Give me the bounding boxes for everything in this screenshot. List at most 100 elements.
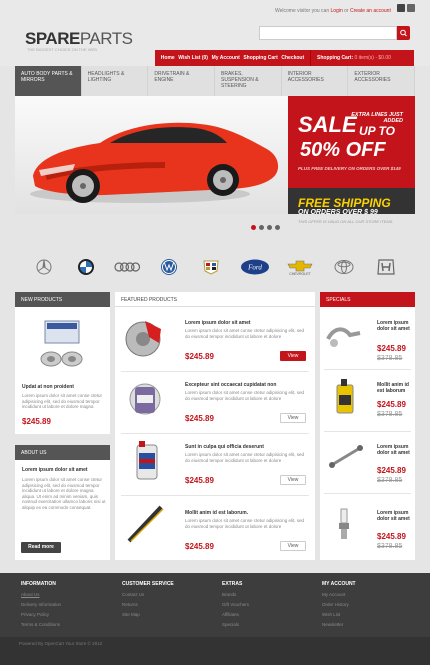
- footer-link[interactable]: Delivery Information: [21, 600, 61, 610]
- welcome-label: Welcome visitor you can: [275, 8, 330, 14]
- special-title[interactable]: Lorem ipsum dolor sit amet: [377, 510, 413, 522]
- ford-icon[interactable]: Ford: [240, 258, 270, 276]
- sale-fineprint: PLUS FREE DELIVERY ON ORDERS OVER $149: [298, 166, 401, 171]
- currency-icon[interactable]: [397, 4, 405, 12]
- category-interior[interactable]: Interior Accessories: [282, 66, 349, 96]
- welcome-or: or: [344, 8, 349, 14]
- special-title[interactable]: Lorem ipsum dolor sit amet: [377, 320, 413, 332]
- audi-icon[interactable]: [114, 258, 141, 276]
- language-icon[interactable]: [407, 4, 415, 12]
- footer-link[interactable]: Order History: [322, 600, 356, 610]
- nav-checkout[interactable]: Checkout: [281, 55, 304, 61]
- special-title[interactable]: Lorem ipsum dolor sit amet: [377, 444, 413, 456]
- slider-dot[interactable]: [267, 225, 272, 230]
- footer-heading: Information: [21, 581, 56, 587]
- logo-light-text: PARTS: [79, 29, 133, 48]
- footer-link[interactable]: Wish List: [322, 610, 356, 620]
- category-headlights[interactable]: Headlights & Lighting: [82, 66, 149, 96]
- featured-price: $245.89: [185, 414, 214, 423]
- tagline: THE BIGGEST CHOICE ON THE WEB: [27, 47, 97, 52]
- nav-home[interactable]: Home: [161, 55, 175, 61]
- tie-rod-image[interactable]: [326, 442, 366, 472]
- featured-title[interactable]: Sunt in culpa qui officia deserunt: [185, 444, 305, 450]
- chemical-product-image[interactable]: [123, 377, 168, 422]
- read-more-button[interactable]: Read more: [21, 542, 61, 553]
- divider: [324, 493, 411, 494]
- motor-oil-image[interactable]: [123, 439, 168, 484]
- special-price: $245.89: [377, 466, 406, 475]
- search-input[interactable]: [259, 26, 397, 40]
- wiper-blade-image[interactable]: [123, 501, 168, 546]
- category-brakes[interactable]: Brakes, Suspension & Steering: [215, 66, 282, 96]
- footer-link[interactable]: Newsletter: [322, 620, 356, 630]
- cart-label: Shopping Cart:: [317, 55, 354, 61]
- footer-link[interactable]: Gift Vouchers: [222, 600, 249, 610]
- brake-disc-image[interactable]: [123, 315, 168, 360]
- specials-box: Lorem ipsum dolor sit amet $245.89 $378.…: [320, 307, 415, 560]
- view-button[interactable]: View: [280, 541, 306, 551]
- volkswagen-icon[interactable]: [156, 258, 182, 276]
- featured-products-heading: Featured Products: [115, 292, 315, 307]
- create-account-link[interactable]: Create an account: [350, 8, 391, 14]
- nav-account[interactable]: My Account: [212, 55, 240, 61]
- category-exterior[interactable]: Exterior Accessories: [348, 66, 416, 96]
- footer-col-customer-service: Customer Service Contact Us Returns Site…: [122, 581, 174, 620]
- featured-desc: Lorem ipsum dolor sit amet conse ctetur …: [185, 518, 305, 529]
- footer-link[interactable]: About Us: [21, 590, 61, 600]
- special-old-price: $378.85: [377, 355, 403, 362]
- footer-link[interactable]: Brands: [222, 590, 249, 600]
- site-logo[interactable]: SPAREPARTS: [25, 29, 133, 48]
- footer-col-extras: Extras Brands Gift Vouchers Affiliates S…: [222, 581, 249, 630]
- new-product-title[interactable]: Updat at non proident: [22, 384, 107, 390]
- featured-title[interactable]: Lorem ipsum dolor sit amet: [185, 320, 305, 326]
- view-button[interactable]: View: [280, 351, 306, 361]
- oil-bottle-image[interactable]: [330, 377, 360, 417]
- bmw-icon[interactable]: [73, 258, 99, 276]
- category-drivetrain[interactable]: Drivetrain & Engine: [148, 66, 216, 96]
- cadillac-icon[interactable]: [198, 258, 224, 276]
- banner-car-image[interactable]: [15, 96, 288, 214]
- slider-dot[interactable]: [251, 225, 256, 230]
- footer-link[interactable]: Privacy Policy: [21, 610, 61, 620]
- featured-title[interactable]: Excepteur sint occaecat cupidatat non: [185, 382, 305, 388]
- chevrolet-icon[interactable]: CHEVROLET: [285, 258, 315, 276]
- view-button[interactable]: View: [280, 413, 306, 423]
- search-button[interactable]: [397, 26, 410, 40]
- chevrolet-logo-text: CHEVROLET: [290, 272, 312, 276]
- category-nav: Auto Body Parts & Mirrors Headlights & L…: [15, 66, 416, 96]
- honda-icon[interactable]: [373, 258, 399, 276]
- footer-link[interactable]: Returns: [122, 600, 174, 610]
- footer-link[interactable]: Affiliates: [222, 610, 249, 620]
- spark-plug-image[interactable]: [334, 507, 354, 547]
- login-link[interactable]: Login: [331, 8, 343, 14]
- nav-cart[interactable]: Shopping Cart: [243, 55, 277, 61]
- footer-link[interactable]: Contact Us: [122, 590, 174, 600]
- category-auto-body[interactable]: Auto Body Parts & Mirrors: [15, 66, 82, 96]
- divider: [121, 371, 309, 372]
- exhaust-part-image[interactable]: [324, 319, 364, 357]
- wheel-spacers-image[interactable]: [35, 317, 90, 377]
- footer-link[interactable]: Terms & Conditions: [21, 620, 61, 630]
- new-products-box: Updat at non proident Lorem ipsum dolor …: [15, 307, 110, 434]
- special-old-price: $378.85: [377, 477, 403, 484]
- slider-dot[interactable]: [275, 225, 280, 230]
- special-title[interactable]: Mollit anim id est laborum: [377, 382, 413, 394]
- mercedes-icon[interactable]: [31, 258, 57, 276]
- cart-summary[interactable]: Shopping Cart: 0 item(s) - $0.00: [310, 50, 414, 66]
- free-shipping-title: FREE SHIPPING: [298, 196, 391, 210]
- footer-link[interactable]: Site Map: [122, 610, 174, 620]
- featured-title[interactable]: Mollit anim id est laborum.: [185, 510, 305, 516]
- new-product-desc: Lorem ipsum dolor sit amet conse ctetur …: [22, 393, 103, 409]
- ford-logo-text: Ford: [247, 264, 262, 272]
- featured-desc: Lorem ipsum dolor sit amet conse ctetur …: [185, 390, 305, 401]
- about-heading: Lorem ipsum dolor sit amet: [22, 467, 88, 473]
- featured-price: $245.89: [185, 476, 214, 485]
- footer-link[interactable]: Specials: [222, 620, 249, 630]
- nav-wishlist[interactable]: Wish List (0): [178, 55, 208, 61]
- special-price: $245.89: [377, 400, 406, 409]
- footer-link[interactable]: My Account: [322, 590, 356, 600]
- toyota-icon[interactable]: [331, 258, 357, 276]
- featured-desc: Lorem ipsum dolor sit amet conse ctetur …: [185, 452, 305, 463]
- view-button[interactable]: View: [280, 475, 306, 485]
- slider-dot[interactable]: [259, 225, 264, 230]
